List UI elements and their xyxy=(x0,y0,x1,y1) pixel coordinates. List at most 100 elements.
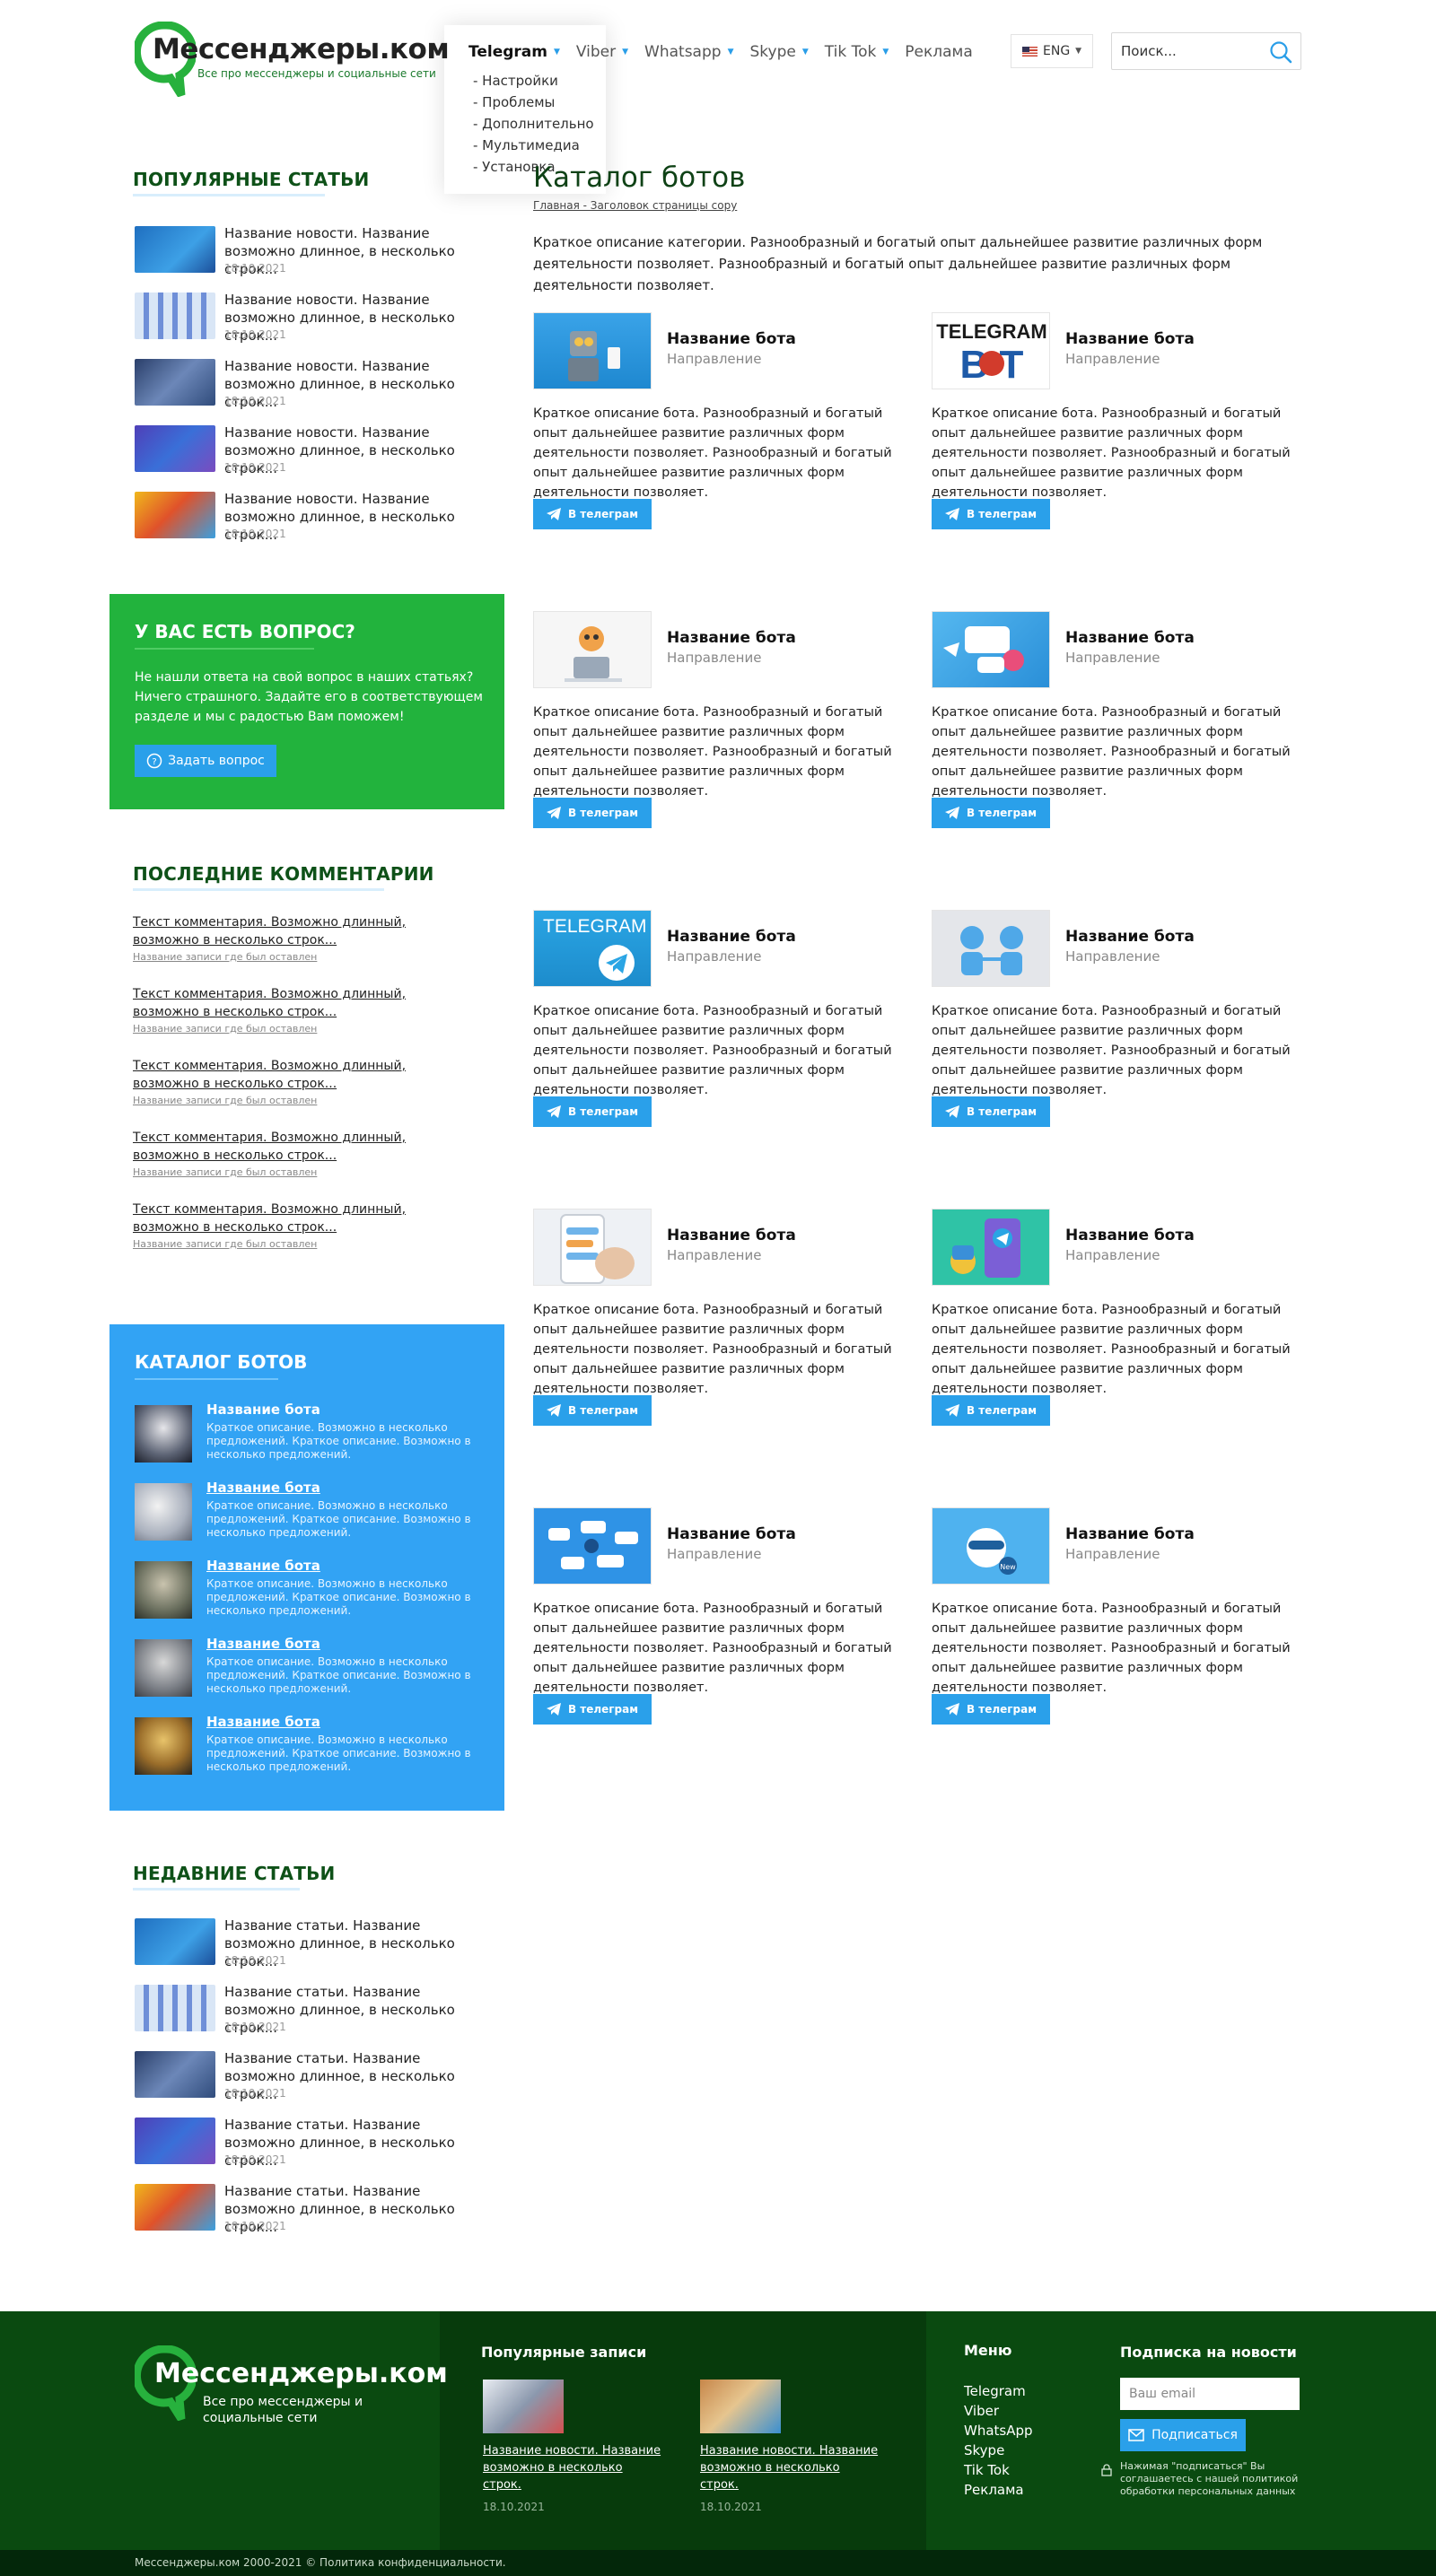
ask-question-button[interactable]: ? Задать вопрос xyxy=(135,745,276,777)
open-telegram-button[interactable]: В телеграм xyxy=(932,1395,1050,1426)
comment-text[interactable]: Текст комментария. Возможно длинный, воз… xyxy=(133,1057,474,1093)
comment-text[interactable]: Текст комментария. Возможно длинный, воз… xyxy=(133,985,474,1021)
comment-source[interactable]: Название записи где был оставлен xyxy=(133,951,474,963)
open-telegram-button[interactable]: В телеграм xyxy=(533,1694,652,1725)
nav-item-ads[interactable]: Реклама xyxy=(905,39,973,65)
open-telegram-button[interactable]: В телеграм xyxy=(932,1096,1050,1127)
comment-source[interactable]: Название записи где был оставлен xyxy=(133,1023,474,1035)
site-logo[interactable]: Мессенджеры.ком Все про мессенджеры и со… xyxy=(133,18,450,103)
nav-item-telegram[interactable]: Telegram ▼ xyxy=(468,39,560,65)
nav-item-whatsapp[interactable]: Whatsapp ▼ xyxy=(644,39,733,65)
comment-item[interactable]: Текст комментария. Возможно длинный, воз… xyxy=(133,1201,474,1250)
copyright-text[interactable]: Мессенджеры.ком 2000-2021 © Политика кон… xyxy=(135,2556,506,2569)
comment-text[interactable]: Текст комментария. Возможно длинный, воз… xyxy=(133,913,474,949)
footer-menu-skype[interactable]: Skype xyxy=(964,2441,1033,2460)
footer-menu-ads[interactable]: Реклама xyxy=(964,2480,1033,2500)
email-field[interactable] xyxy=(1120,2378,1300,2410)
comment-source[interactable]: Название записи где был оставлен xyxy=(133,1095,474,1106)
popular-article-item[interactable]: Название новости. Название возможно длин… xyxy=(135,424,494,479)
article-date: 18.10.2021 xyxy=(224,1954,286,1967)
bot-name[interactable]: Название бота xyxy=(1065,629,1195,647)
dropdown-item-extra[interactable]: - Дополнительно xyxy=(473,113,594,135)
nav-item-viber[interactable]: Viber ▼ xyxy=(576,39,628,65)
recent-article-item[interactable]: Название статьи. Название возможно длинн… xyxy=(135,2182,494,2238)
bot-name[interactable]: Название бота xyxy=(1065,928,1195,946)
open-telegram-button[interactable]: В телеграм xyxy=(932,499,1050,529)
popular-article-item[interactable]: Название новости. Название возможно длин… xyxy=(135,490,494,546)
comment-text[interactable]: Текст комментария. Возможно длинный, воз… xyxy=(133,1201,474,1236)
catalog-item[interactable]: Название бота Краткое описание. Возможно… xyxy=(135,1558,494,1624)
footer-menu-telegram[interactable]: Telegram xyxy=(964,2381,1033,2401)
bot-direction: Направление xyxy=(1065,650,1160,666)
article-date: 18.10.2021 xyxy=(224,2220,286,2232)
button-label: В телеграм xyxy=(567,1703,639,1716)
catalog-item[interactable]: Название бота Краткое описание. Возможно… xyxy=(135,1714,494,1780)
telegram-plane-icon xyxy=(944,807,959,819)
footer-post[interactable]: Название новости. Название возможно в не… xyxy=(483,2380,662,2513)
dropdown-item-multimedia[interactable]: - Мультимедиа xyxy=(473,135,594,156)
article-thumbnail xyxy=(135,2118,215,2164)
popular-article-item[interactable]: Название новости. Название возможно длин… xyxy=(135,357,494,413)
recent-article-item[interactable]: Название статьи. Название возможно длинн… xyxy=(135,2049,494,2105)
catalog-item[interactable]: Название бота Краткое описание. Возможно… xyxy=(135,1402,494,1468)
open-telegram-button[interactable]: В телеграм xyxy=(533,499,652,529)
recent-article-item[interactable]: Название статьи. Название возможно длинн… xyxy=(135,1917,494,1972)
bot-name[interactable]: Название бота xyxy=(667,330,796,348)
comment-item[interactable]: Текст комментария. Возможно длинный, воз… xyxy=(133,985,474,1035)
open-telegram-button[interactable]: В телеграм xyxy=(533,1395,652,1426)
catalog-title: КАТАЛОГ БОТОВ xyxy=(135,1351,308,1373)
bot-name[interactable]: Название бота xyxy=(667,1525,796,1543)
bot-name[interactable]: Название бота xyxy=(1065,1525,1195,1543)
search-icon[interactable] xyxy=(1268,39,1293,65)
bot-name[interactable]: Название бота xyxy=(1065,330,1195,348)
bot-name[interactable]: Название бота xyxy=(667,928,796,946)
breadcrumb[interactable]: Главная - Заголовок страницы copy xyxy=(533,199,737,212)
footer-menu-tiktok[interactable]: Tik Tok xyxy=(964,2460,1033,2480)
footer-logo-name: Мессенджеры.ком xyxy=(154,2358,448,2389)
bot-description: Краткое описание бота. Разнообразный и б… xyxy=(932,406,1291,500)
title-underline xyxy=(133,194,325,196)
language-selector[interactable]: ENG ▼ xyxy=(1011,34,1093,68)
post-title[interactable]: Название новости. Название возможно в не… xyxy=(483,2442,662,2493)
footer-menu-whatsapp[interactable]: WhatsApp xyxy=(964,2421,1033,2441)
bot-name[interactable]: Название бота xyxy=(206,1558,320,1574)
bot-image xyxy=(135,1639,192,1697)
bot-name[interactable]: Название бота xyxy=(1065,1227,1195,1244)
recent-article-item[interactable]: Название статьи. Название возможно длинн… xyxy=(135,1983,494,2039)
bot-name[interactable]: Название бота xyxy=(206,1402,320,1418)
comment-item[interactable]: Текст комментария. Возможно длинный, воз… xyxy=(133,1057,474,1106)
post-date: 18.10.2021 xyxy=(483,2501,545,2513)
bot-name[interactable]: Название бота xyxy=(206,1714,320,1730)
bot-name[interactable]: Название бота xyxy=(667,629,796,647)
post-title[interactable]: Название новости. Название возможно в не… xyxy=(700,2442,880,2493)
footer-menu-viber[interactable]: Viber xyxy=(964,2401,1033,2421)
open-telegram-button[interactable]: В телеграм xyxy=(533,1096,652,1127)
recent-article-item[interactable]: Название статьи. Название возможно длинн… xyxy=(135,2116,494,2171)
subscribe-button[interactable]: Подписаться xyxy=(1120,2419,1246,2451)
bot-name[interactable]: Название бота xyxy=(206,1480,320,1496)
article-thumbnail xyxy=(135,2184,215,2231)
page-title: Каталог ботов xyxy=(533,162,746,194)
bot-name[interactable]: Название бота xyxy=(206,1636,320,1652)
comment-text[interactable]: Текст комментария. Возможно длинный, воз… xyxy=(133,1129,474,1165)
search-input[interactable] xyxy=(1121,41,1265,61)
popular-article-item[interactable]: Название новости. Название возможно длин… xyxy=(135,291,494,346)
bot-name[interactable]: Название бота xyxy=(667,1227,796,1244)
footer-post[interactable]: Название новости. Название возможно в не… xyxy=(700,2380,880,2513)
comment-source[interactable]: Название записи где был оставлен xyxy=(133,1166,474,1178)
open-telegram-button[interactable]: В телеграм xyxy=(932,1694,1050,1725)
dropdown-item-problems[interactable]: - Проблемы xyxy=(473,92,594,113)
nav-item-skype[interactable]: Skype ▼ xyxy=(749,39,808,65)
bot-description: Краткое описание. Возможно в несколько п… xyxy=(206,1421,471,1461)
catalog-item[interactable]: Название бота Краткое описание. Возможно… xyxy=(135,1636,494,1702)
catalog-item[interactable]: Название бота Краткое описание. Возможно… xyxy=(135,1480,494,1546)
popular-article-item[interactable]: Название новости. Название возможно длин… xyxy=(135,224,494,280)
nav-item-tiktok[interactable]: Tik Tok ▼ xyxy=(825,39,889,65)
bot-description: Краткое описание бота. Разнообразный и б… xyxy=(533,1004,892,1097)
dropdown-item-settings[interactable]: - Настройки xyxy=(473,70,594,92)
comment-item[interactable]: Текст комментария. Возможно длинный, воз… xyxy=(133,913,474,963)
comment-source[interactable]: Название записи где был оставлен xyxy=(133,1238,474,1250)
open-telegram-button[interactable]: В телеграм xyxy=(533,798,652,828)
comment-item[interactable]: Текст комментария. Возможно длинный, воз… xyxy=(133,1129,474,1178)
open-telegram-button[interactable]: В телеграм xyxy=(932,798,1050,828)
